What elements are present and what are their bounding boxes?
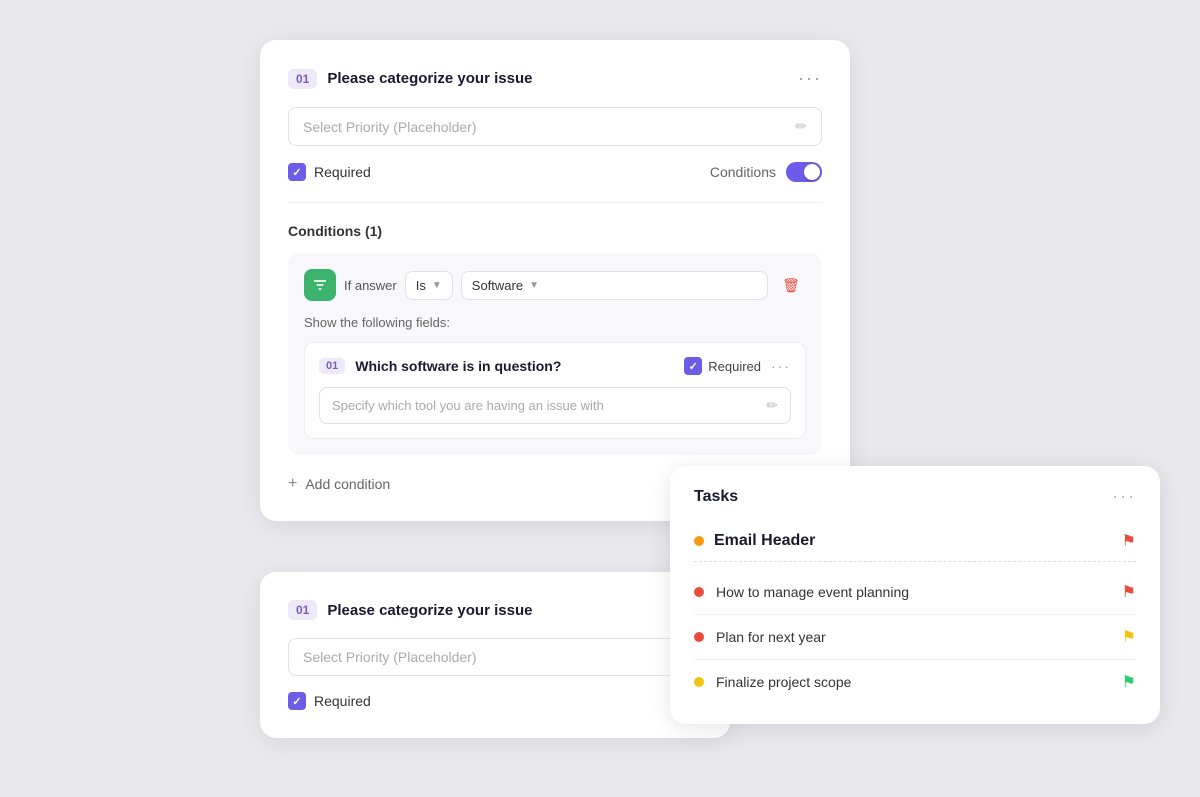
- featured-task-flag-icon: ⚑: [1122, 531, 1136, 551]
- inner-field-menu-dots[interactable]: ···: [771, 358, 791, 374]
- tasks-card: Tasks ··· Email Header ⚑ How to manage e…: [670, 466, 1160, 724]
- main-card-menu-dots[interactable]: ···: [798, 68, 822, 89]
- required-checkbox[interactable]: [288, 163, 306, 181]
- software-select-dropdown[interactable]: Software ▼: [461, 271, 768, 300]
- task-0-dot: [694, 587, 704, 597]
- secondary-form-card: 01 Please categorize your issue Select P…: [260, 572, 730, 738]
- secondary-card-title: Please categorize your issue: [327, 602, 702, 619]
- show-fields-label: Show the following fields:: [304, 315, 806, 330]
- conditions-block: If answer Is ▼ Software ▼ 🗑 Show the fol…: [288, 253, 822, 455]
- inner-required-row: Required: [684, 357, 761, 375]
- conditions-section-title: Conditions (1): [288, 223, 822, 239]
- inner-required-label: Required: [708, 359, 761, 374]
- inner-field-title: Which software is in question?: [355, 358, 674, 374]
- task-2-name: Finalize project scope: [716, 674, 1110, 690]
- secondary-priority-input-row[interactable]: Select Priority (Placeholder): [288, 638, 702, 676]
- secondary-required-row: Required: [288, 692, 702, 710]
- inner-required-checkbox[interactable]: [684, 357, 702, 375]
- is-select-dropdown[interactable]: Is ▼: [405, 271, 453, 300]
- featured-task-item[interactable]: Email Header ⚑: [694, 521, 1136, 562]
- trash-icon: 🗑: [782, 277, 800, 294]
- software-chevron-icon: ▼: [529, 280, 539, 291]
- required-conditions-row: Required Conditions: [288, 162, 822, 182]
- secondary-priority-placeholder: Select Priority (Placeholder): [303, 649, 687, 665]
- step-badge-main: 01: [288, 69, 317, 89]
- inner-input-placeholder: Specify which tool you are having an iss…: [332, 398, 766, 413]
- task-2-flag-icon: ⚑: [1122, 672, 1136, 692]
- main-form-card: 01 Please categorize your issue ··· Sele…: [260, 40, 850, 521]
- tasks-menu-dots[interactable]: ···: [1112, 486, 1136, 507]
- divider-1: [288, 202, 822, 203]
- task-item-0[interactable]: How to manage event planning ⚑: [694, 570, 1136, 615]
- secondary-card-header: 01 Please categorize your issue: [288, 600, 702, 620]
- task-item-2[interactable]: Finalize project scope ⚑: [694, 660, 1136, 704]
- pencil-icon[interactable]: ✏: [795, 118, 807, 135]
- priority-placeholder: Select Priority (Placeholder): [303, 119, 795, 135]
- tasks-card-title: Tasks: [694, 488, 738, 506]
- inner-input-row[interactable]: Specify which tool you are having an iss…: [319, 387, 791, 424]
- inner-condition-field: 01 Which software is in question? Requir…: [304, 342, 806, 439]
- inner-field-header: 01 Which software is in question? Requir…: [319, 357, 791, 375]
- featured-task-name: Email Header: [714, 532, 1112, 550]
- secondary-required-checkbox[interactable]: [288, 692, 306, 710]
- plus-icon: +: [288, 475, 297, 493]
- inner-step-badge: 01: [319, 358, 345, 374]
- condition-row: If answer Is ▼ Software ▼ 🗑: [304, 269, 806, 301]
- is-chevron-icon: ▼: [432, 280, 442, 291]
- secondary-step-badge: 01: [288, 600, 317, 620]
- main-card-title: Please categorize your issue: [327, 70, 788, 87]
- delete-condition-button[interactable]: 🗑: [776, 270, 806, 300]
- task-1-dot: [694, 632, 704, 642]
- tasks-header: Tasks ···: [694, 486, 1136, 507]
- add-condition-label: Add condition: [305, 476, 390, 492]
- task-0-name: How to manage event planning: [716, 584, 1110, 600]
- condition-filter-icon: [304, 269, 336, 301]
- software-select-value: Software: [472, 278, 523, 293]
- task-1-name: Plan for next year: [716, 629, 1110, 645]
- conditions-toggle[interactable]: [786, 162, 822, 182]
- secondary-required-label: Required: [314, 693, 371, 709]
- required-label: Required: [314, 164, 371, 180]
- is-select-value: Is: [416, 278, 426, 293]
- task-2-dot: [694, 677, 704, 687]
- if-answer-label: If answer: [344, 278, 397, 293]
- featured-task-dot: [694, 536, 704, 546]
- priority-input-row[interactable]: Select Priority (Placeholder) ✏: [288, 107, 822, 146]
- inner-pencil-icon[interactable]: ✏: [766, 397, 778, 414]
- task-item-1[interactable]: Plan for next year ⚑: [694, 615, 1136, 660]
- task-0-flag-icon: ⚑: [1122, 582, 1136, 602]
- required-left: Required: [288, 163, 371, 181]
- conditions-text-label: Conditions: [710, 164, 776, 180]
- conditions-right: Conditions: [710, 162, 822, 182]
- main-card-header: 01 Please categorize your issue ···: [288, 68, 822, 89]
- task-1-flag-icon: ⚑: [1122, 627, 1136, 647]
